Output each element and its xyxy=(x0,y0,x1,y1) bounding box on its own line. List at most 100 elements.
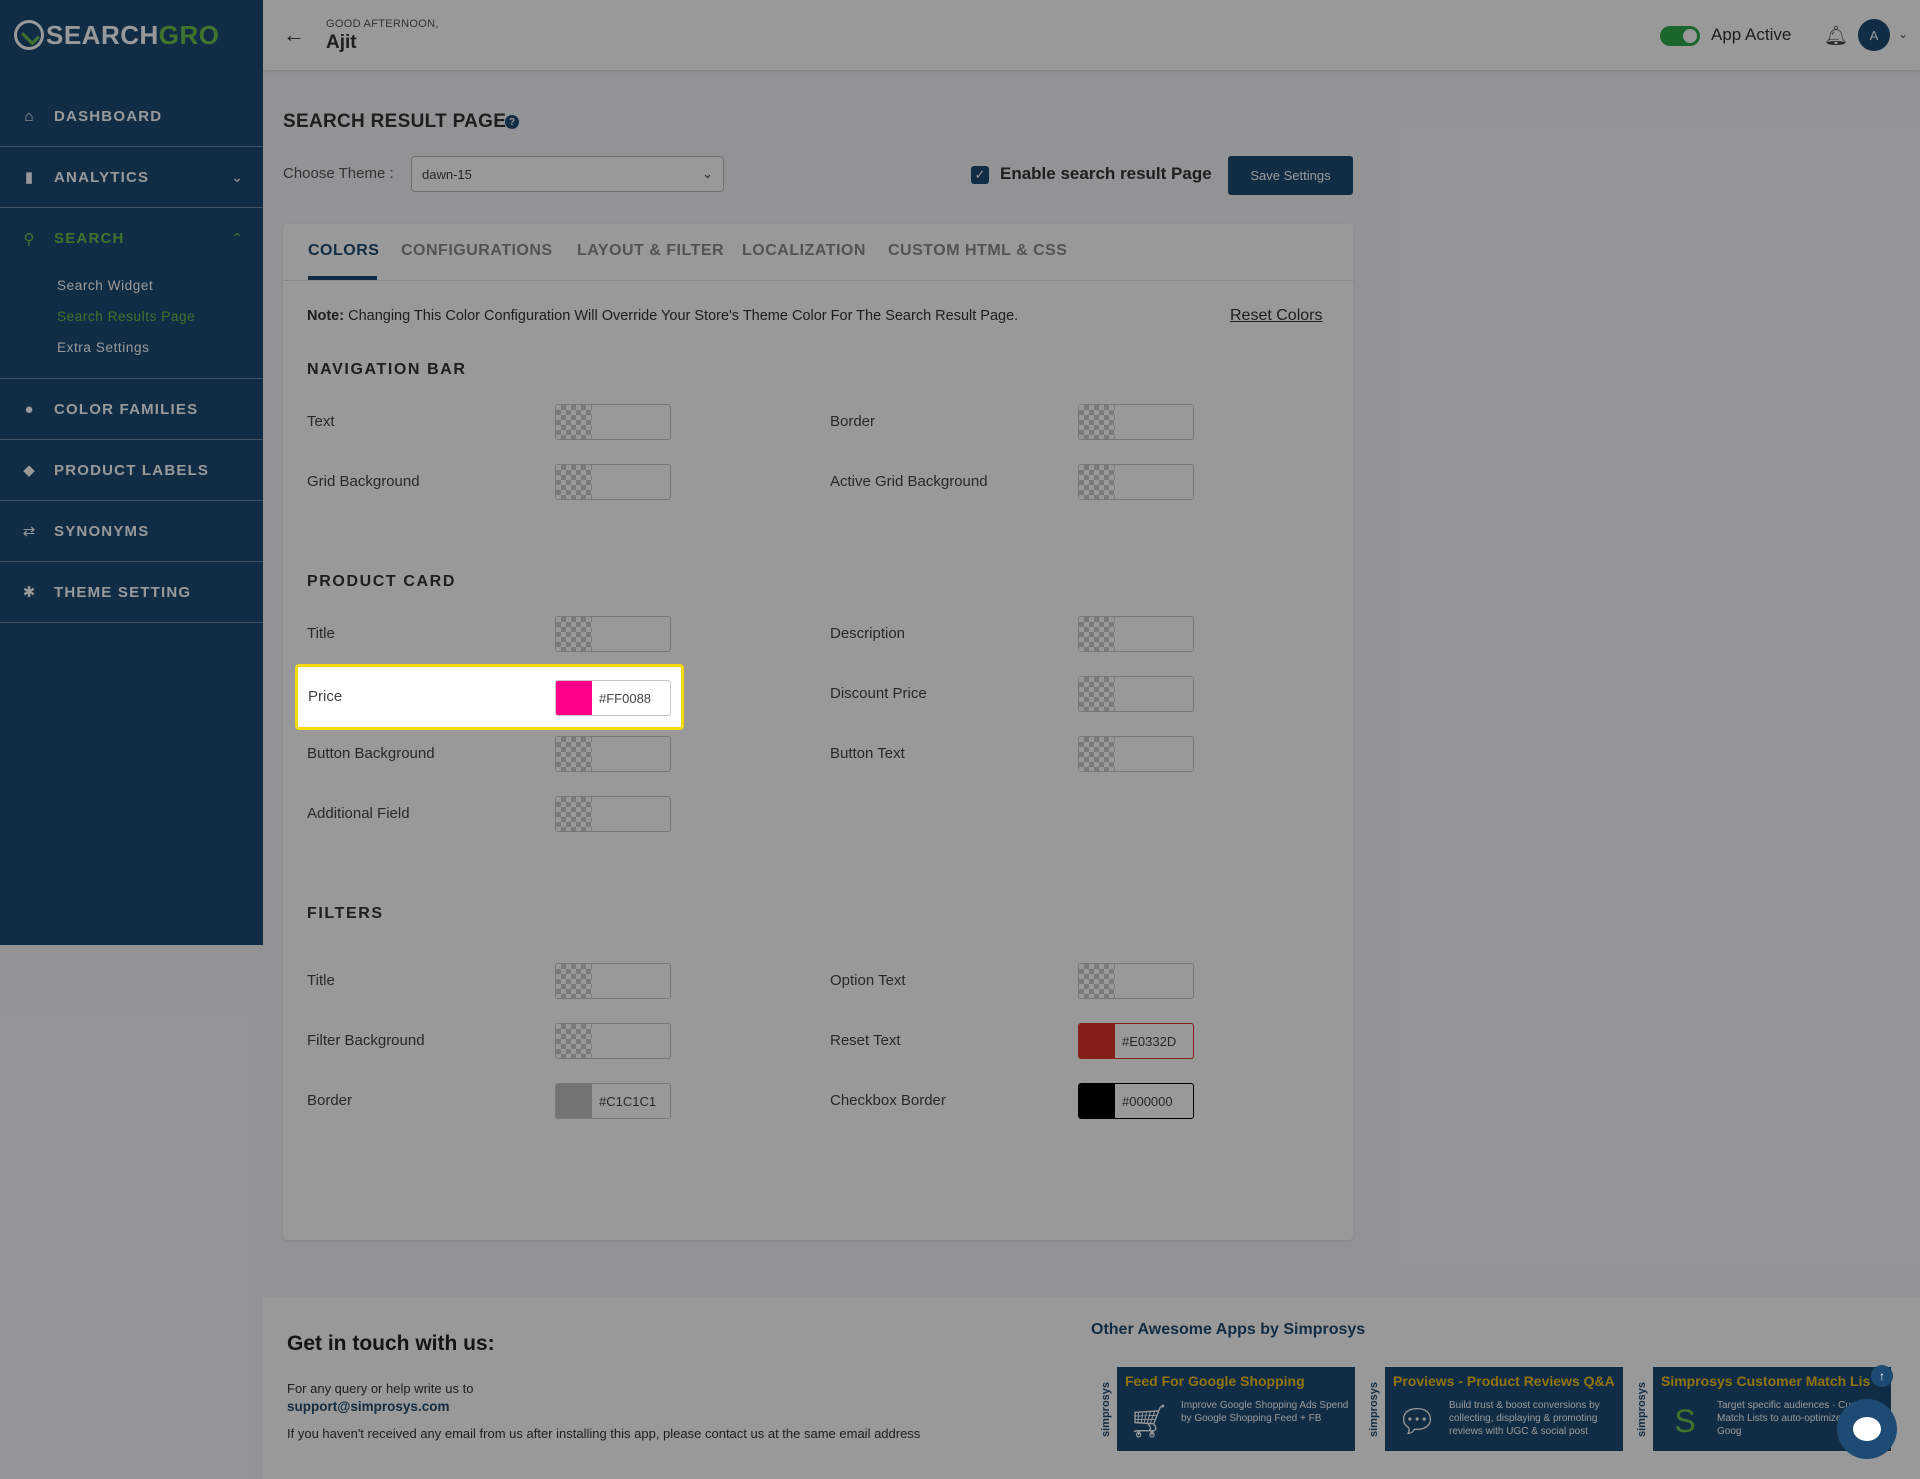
sidebar-item-product-labels[interactable]: ◆ PRODUCT LABELS xyxy=(0,440,263,501)
top-header: ← GOOD AFTERNOON, Ajit App Active 🔔︎ A ⌄ xyxy=(263,0,1920,70)
sidebar-item-synonyms[interactable]: ⇄ SYNONYMS xyxy=(0,501,263,562)
help-icon[interactable]: ? xyxy=(505,115,519,129)
s-logo-icon: S xyxy=(1674,1402,1696,1439)
tab-layout-filter[interactable]: LAYOUT & FILTER xyxy=(577,242,724,260)
app-logo[interactable]: SEARCHGRO xyxy=(14,18,220,52)
sidebar-item-dashboard[interactable]: ⌂ DASHBOARD xyxy=(0,86,263,147)
color-picker-option-text[interactable] xyxy=(1078,963,1194,999)
color-picker-price[interactable]: #FF0088 xyxy=(555,680,671,716)
color-picker-additional-field[interactable] xyxy=(555,796,671,832)
sidebar-item-color-families[interactable]: ● COLOR FAMILIES xyxy=(0,379,263,440)
hex-value: #000000 xyxy=(1122,1093,1173,1109)
submenu-item-search-widget[interactable]: Search Widget xyxy=(57,278,153,293)
save-settings-button[interactable]: Save Settings xyxy=(1228,156,1353,195)
note-text: Changing This Color Configuration Will O… xyxy=(344,308,1019,324)
chevron-up-icon: ⌃ xyxy=(231,230,243,246)
app-banner-title: Simprosys Customer Match Lis xyxy=(1661,1373,1871,1389)
chat-icon xyxy=(1853,1417,1881,1441)
home-icon: ⌂ xyxy=(24,107,34,125)
enable-search-result-label[interactable]: Enable search result Page xyxy=(1000,164,1212,184)
field-label-discount-price: Discount Price xyxy=(830,685,927,702)
tab-custom-html-css[interactable]: CUSTOM HTML & CSS xyxy=(888,242,1067,260)
color-chip xyxy=(556,1084,592,1118)
search-submenu: Search Widget Search Results Page Extra … xyxy=(0,267,263,379)
tag-icon: ◆ xyxy=(23,462,35,479)
support-email-link[interactable]: support@simprosys.com xyxy=(287,1399,449,1414)
app-active-toggle[interactable] xyxy=(1660,26,1700,46)
footer-help-text: For any query or help write us to xyxy=(287,1381,474,1396)
color-picker-checkbox-border[interactable]: #000000 xyxy=(1078,1083,1194,1119)
reset-colors-link[interactable]: Reset Colors xyxy=(1230,307,1322,325)
field-label-button-background: Button Background xyxy=(307,745,435,762)
color-chip xyxy=(1079,1084,1115,1118)
tab-colors[interactable]: COLORS xyxy=(308,242,379,260)
color-picker-filter-background[interactable] xyxy=(555,1023,671,1059)
app-banner-proviews[interactable]: simprosys Proviews - Product Reviews Q&A… xyxy=(1363,1367,1623,1451)
color-picker-description[interactable] xyxy=(1078,616,1194,652)
color-picker-reset-text[interactable]: #E0332D xyxy=(1078,1023,1194,1059)
enable-search-result-checkbox[interactable]: ✓ xyxy=(971,166,989,184)
sidebar-item-search[interactable]: ⚲ SEARCH ⌃ xyxy=(0,208,263,269)
color-picker-discount-price[interactable] xyxy=(1078,676,1194,712)
color-chip xyxy=(1079,1024,1115,1058)
theme-select[interactable]: dawn-15 ⌄ xyxy=(411,156,724,192)
color-picker-nav-text[interactable] xyxy=(555,404,671,440)
theme-select-value: dawn-15 xyxy=(422,166,472,182)
logo-text-main: SEARCH xyxy=(46,19,159,50)
search-icon: ⚲ xyxy=(23,230,35,248)
scroll-to-top-icon[interactable]: ↑ xyxy=(1871,1365,1893,1387)
color-picker-active-grid-background[interactable] xyxy=(1078,464,1194,500)
theme-label: Choose Theme : xyxy=(283,165,394,182)
field-label-checkbox-border: Checkbox Border xyxy=(830,1092,946,1109)
color-picker-card-title[interactable] xyxy=(555,616,671,652)
sidebar-item-theme-setting[interactable]: ✱ THEME SETTING xyxy=(0,562,263,623)
field-label-filter-border: Border xyxy=(307,1092,353,1109)
color-picker-filter-border[interactable]: #C1C1C1 xyxy=(555,1083,671,1119)
back-arrow-icon[interactable]: ← xyxy=(283,22,305,48)
field-label-reset-text: Reset Text xyxy=(830,1032,901,1049)
bar-chart-icon: ▮ xyxy=(24,169,34,186)
color-chip xyxy=(556,681,592,715)
color-picker-filter-title[interactable] xyxy=(555,963,671,999)
sidebar: SEARCHGRO ⌂ DASHBOARD ▮ ANALYTICS ⌄ ⚲ SE… xyxy=(0,0,263,945)
submenu-item-extra-settings[interactable]: Extra Settings xyxy=(57,340,149,355)
highlighted-price-row[interactable]: Price #FF0088 xyxy=(295,664,684,730)
sidebar-item-label: THEME SETTING xyxy=(54,583,192,601)
app-banner-title: Proviews - Product Reviews Q&A xyxy=(1393,1373,1615,1389)
sidebar-item-analytics[interactable]: ▮ ANALYTICS ⌄ xyxy=(0,147,263,208)
sidebar-item-label: DASHBOARD xyxy=(54,107,163,125)
user-name: Ajit xyxy=(326,32,357,53)
bell-icon[interactable]: 🔔︎ xyxy=(1824,24,1848,48)
sync-icon: ⇄ xyxy=(22,523,36,540)
gear-icon: ✱ xyxy=(22,584,36,601)
app-banner-desc: Improve Google Shopping Ads Spend by Goo… xyxy=(1181,1400,1349,1424)
section-title-filters: FILTERS xyxy=(307,905,384,922)
chat-launcher-button[interactable] xyxy=(1837,1399,1897,1459)
color-picker-button-text[interactable] xyxy=(1078,736,1194,772)
avatar[interactable]: A xyxy=(1858,19,1890,51)
page-title: SEARCH RESULT PAGE xyxy=(283,111,507,132)
color-note: Note: Changing This Color Configuration … xyxy=(307,308,1018,324)
chevron-down-icon[interactable]: ⌄ xyxy=(1898,27,1908,41)
color-picker-nav-border[interactable] xyxy=(1078,404,1194,440)
app-status-label: App Active xyxy=(1711,25,1792,44)
settings-card: COLORS CONFIGURATIONS LAYOUT & FILTER LO… xyxy=(283,224,1353,1240)
palette-icon: ● xyxy=(24,400,34,418)
simprosys-side-label: simprosys xyxy=(1631,1367,1653,1451)
field-label-grid-background: Grid Background xyxy=(307,473,420,490)
app-banner-desc: Build trust & boost conversions by colle… xyxy=(1449,1400,1600,1437)
color-picker-button-background[interactable] xyxy=(555,736,671,772)
color-picker-grid-background[interactable] xyxy=(555,464,671,500)
tab-localization[interactable]: LOCALIZATION xyxy=(742,242,866,260)
chevron-down-icon: ⌄ xyxy=(231,168,243,185)
field-label-option-text: Option Text xyxy=(830,972,906,989)
sidebar-item-label: SYNONYMS xyxy=(54,522,150,540)
section-title-product-card: PRODUCT CARD xyxy=(307,573,456,590)
section-title-navigation-bar: NAVIGATION BAR xyxy=(307,361,467,378)
submenu-item-search-results-page[interactable]: Search Results Page xyxy=(57,309,195,324)
field-label-description: Description xyxy=(830,625,906,642)
tab-configurations[interactable]: CONFIGURATIONS xyxy=(401,242,553,260)
sidebar-item-label: ANALYTICS xyxy=(54,168,150,186)
chevron-down-icon: ⌄ xyxy=(702,166,713,181)
app-banner-feed-google-shopping[interactable]: simprosys Feed For Google Shopping 🛒︎ Im… xyxy=(1095,1367,1355,1451)
